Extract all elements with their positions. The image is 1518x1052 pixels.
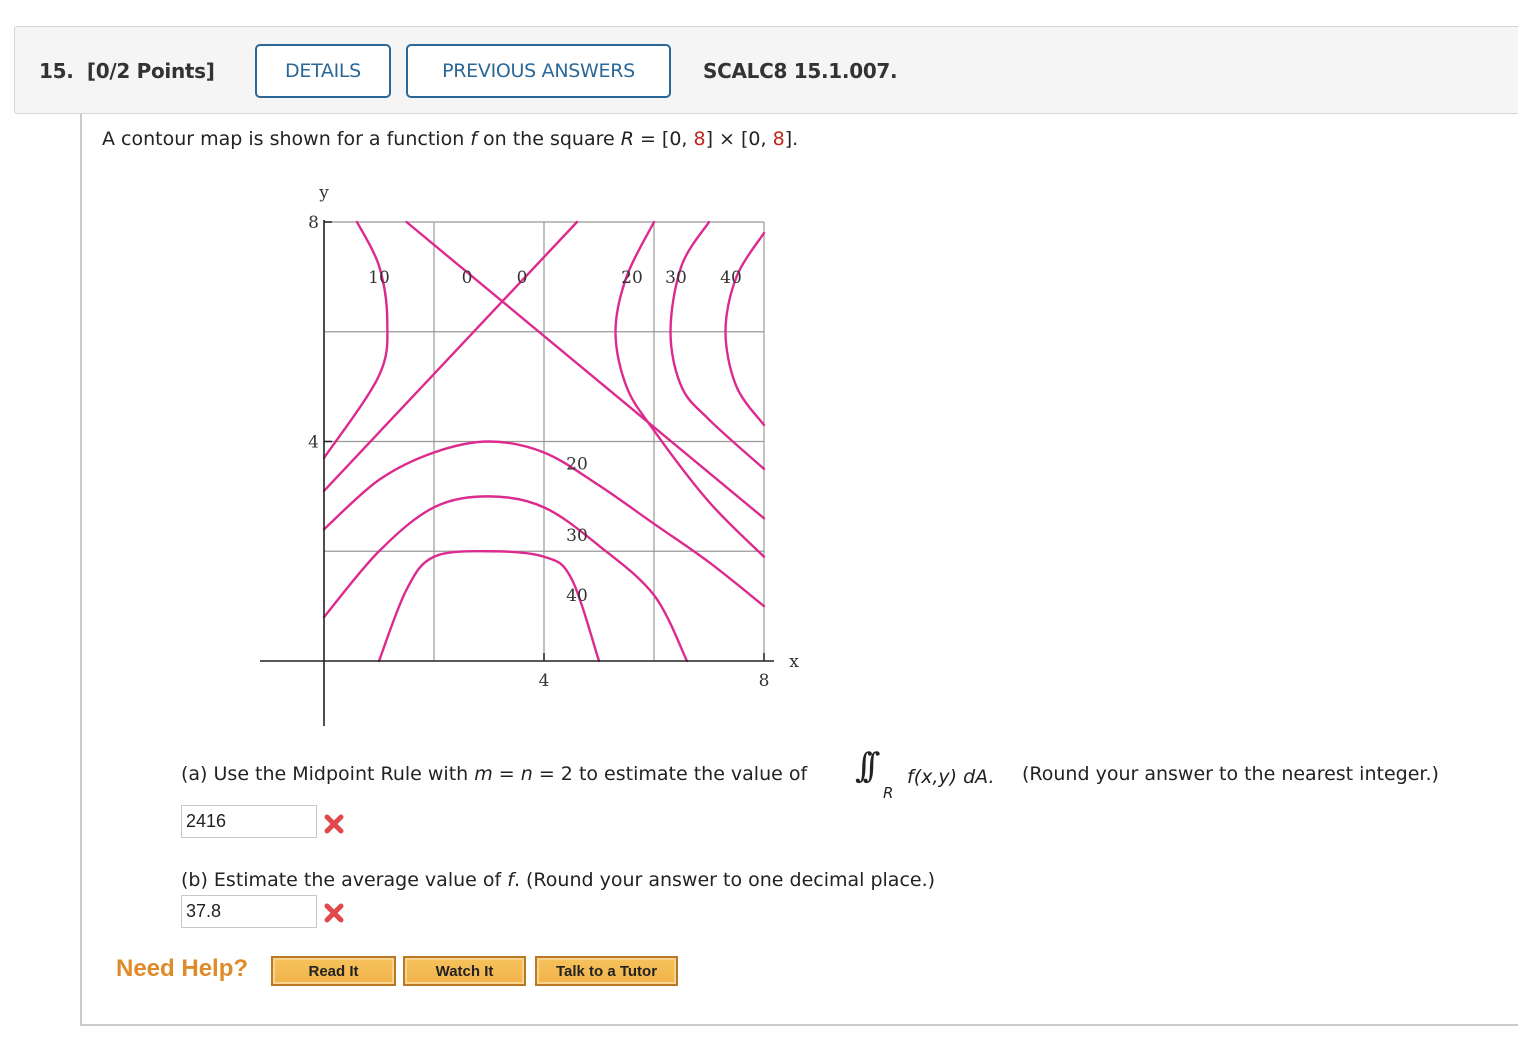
part-a-n: n: [520, 763, 533, 785]
contour-line-30: [669, 220, 766, 471]
part-a-answer-input[interactable]: [181, 805, 317, 838]
details-button[interactable]: DETAILS: [255, 44, 391, 98]
grid: [324, 221, 765, 661]
question-header: 15. [0/2 Points] DETAILS PREVIOUS ANSWER…: [14, 26, 1518, 114]
x-axis-label: x: [789, 652, 799, 672]
intro-f: f: [470, 128, 477, 150]
contour-label: 10: [368, 268, 390, 288]
incorrect-icon: [324, 814, 344, 834]
contour-label: 20: [566, 454, 588, 474]
talk-to-tutor-button[interactable]: Talk to a Tutor: [535, 956, 678, 986]
contour-labels: 10 0 0 20 30 40 20 30 40: [368, 268, 742, 606]
read-it-button[interactable]: Read It: [271, 956, 396, 986]
intro-bound: 8: [772, 128, 785, 150]
intro-part: on the square: [476, 128, 621, 150]
contour-label: 30: [566, 526, 588, 546]
part-a-question: (a) Use the Midpoint Rule with m = n = 2…: [181, 763, 807, 785]
points-label: [0/2 Points]: [86, 59, 215, 83]
part-a-text: = 2 to estimate the value of: [532, 763, 808, 785]
part-b-answer-input[interactable]: [181, 895, 317, 928]
contour-label: 20: [621, 268, 643, 288]
contour-label: 30: [665, 268, 687, 288]
intro-part: A contour map is shown for a function: [102, 128, 471, 150]
integral-region: R: [883, 784, 894, 802]
intro-R: R: [620, 128, 634, 150]
incorrect-icon: [324, 903, 344, 923]
need-help-label: Need Help?: [116, 955, 249, 982]
part-a-text: (a) Use the Midpoint Rule with: [181, 763, 475, 785]
y-tick-label: 8: [308, 213, 319, 233]
part-a-text: =: [492, 763, 521, 785]
part-a-m: m: [474, 763, 493, 785]
contour-line-40: [724, 231, 766, 427]
x-tick-label: 8: [759, 671, 770, 691]
previous-answers-button[interactable]: PREVIOUS ANSWERS: [406, 44, 671, 98]
y-tick-label: 4: [308, 433, 319, 453]
contour-label: 0: [517, 268, 528, 288]
part-b-question: (b) Estimate the average value of f. (Ro…: [181, 869, 935, 891]
x-tick-label: 4: [539, 671, 550, 691]
integrand: f(x,y) dA.: [907, 766, 995, 788]
contour-line-20: [322, 495, 689, 663]
contour-map: 4 8 4 8 y x 10 0 0 20 30 40 20 30 40: [260, 183, 799, 726]
intro-part: ] × [0,: [705, 128, 773, 150]
contour-label: 40: [566, 586, 588, 606]
contour-label: 40: [720, 268, 742, 288]
watch-it-button[interactable]: Watch It: [403, 956, 526, 986]
question-number: 15.: [39, 59, 74, 83]
part-b-f: f: [507, 869, 514, 891]
intro-text: A contour map is shown for a function f …: [102, 128, 798, 150]
axes: 4 8 4 8 y x: [260, 183, 799, 726]
question-code: SCALC8 15.1.007.: [703, 59, 898, 83]
y-axis-label: y: [318, 183, 329, 203]
contour-label: 0: [462, 268, 473, 288]
intro-part: = [0,: [633, 128, 694, 150]
intro-part: ].: [784, 128, 799, 150]
intro-bound: 8: [693, 128, 706, 150]
part-b-text: (b) Estimate the average value of: [181, 869, 508, 891]
integral-symbol: ∫∫: [855, 746, 881, 786]
part-a-note: (Round your answer to the nearest intege…: [1022, 763, 1439, 785]
part-b-text: . (Round your answer to one decimal plac…: [513, 869, 936, 891]
question-points: 15. [0/2 Points]: [39, 59, 215, 83]
contour-line-10: [322, 220, 389, 460]
